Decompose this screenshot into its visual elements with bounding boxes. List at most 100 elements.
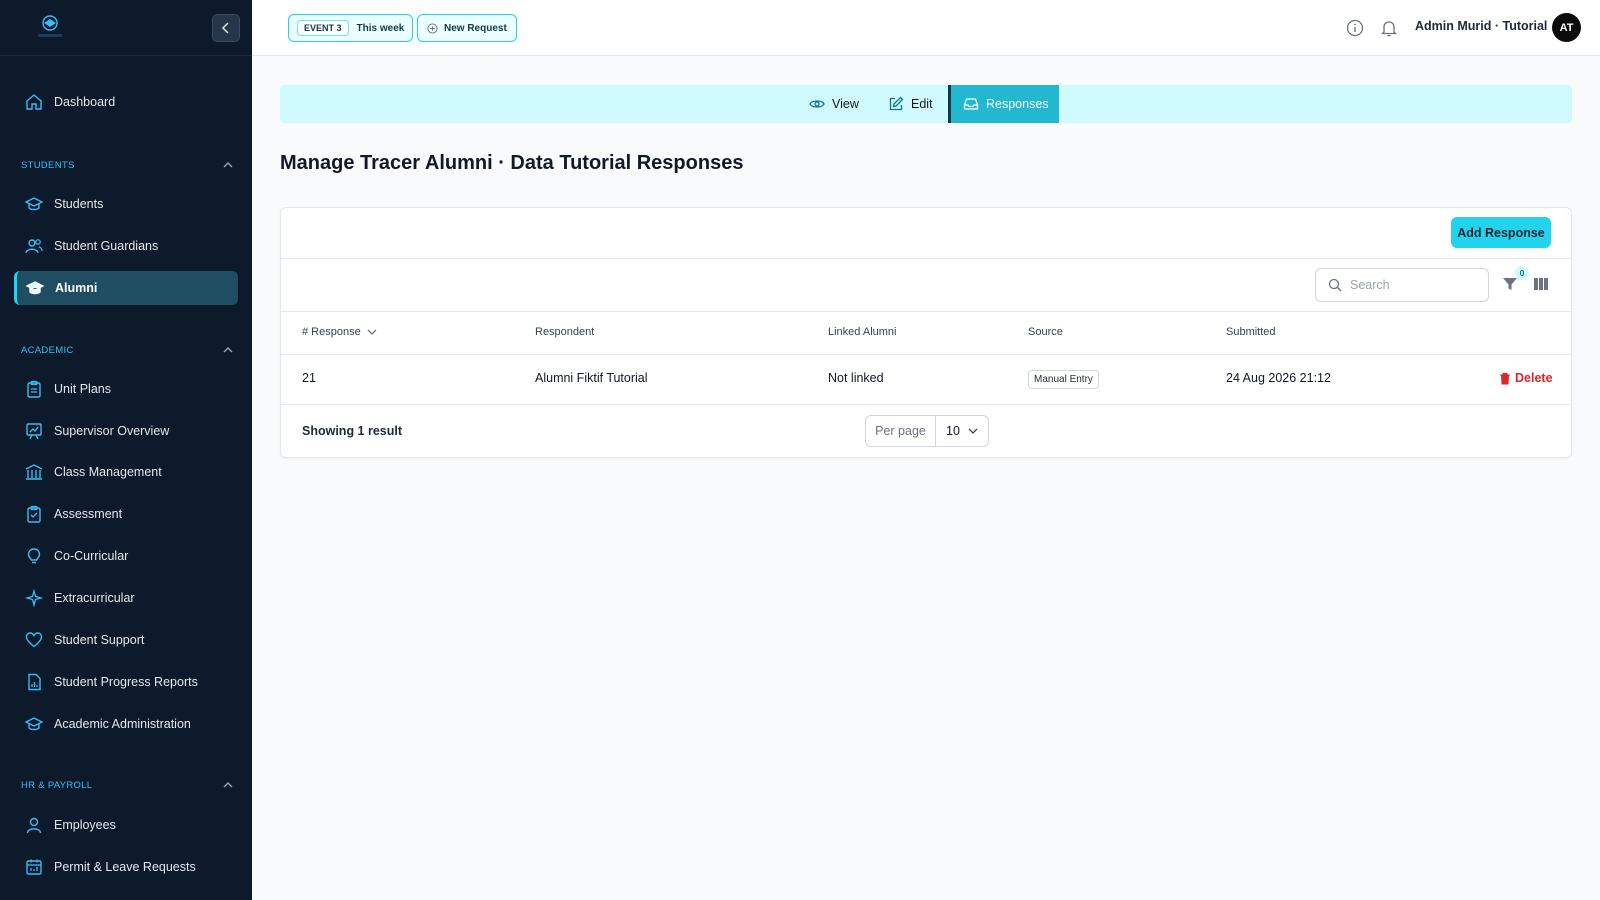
sidebar-item-students[interactable]: Students	[14, 187, 238, 221]
sidebar-item-class-management[interactable]: Class Management	[14, 455, 238, 489]
per-page-control: Per page 10	[865, 415, 989, 447]
column-label: Source	[1028, 326, 1063, 338]
sidebar-item-extracurricular[interactable]: Extracurricular	[14, 581, 238, 615]
sidebar-item-label: Unit Plans	[54, 382, 111, 396]
sidebar-item-label: Supervisor Overview	[54, 424, 170, 438]
tab-edit[interactable]: Edit	[888, 85, 933, 123]
event-label: EVENT 3	[297, 20, 349, 36]
sidebar-item-label: Employees	[54, 818, 116, 832]
graduation-cap-icon	[25, 278, 45, 298]
results-count: Showing 1 result	[302, 424, 403, 438]
per-page-value: 10	[946, 424, 960, 438]
chevron-down-icon	[367, 329, 377, 335]
home-icon	[24, 92, 44, 112]
column-label: # Response	[302, 326, 361, 338]
inbox-icon	[963, 98, 979, 110]
column-header-response[interactable]: # Response	[302, 326, 377, 338]
per-page-select[interactable]: 10	[936, 424, 988, 438]
user-name[interactable]: Admin Murid · Tutorial	[1415, 19, 1547, 33]
sidebar-item-employees[interactable]: Employees	[14, 808, 238, 842]
section-academic-toggle[interactable]: ACADEMIC	[21, 342, 233, 358]
sidebar-item-label: Student Support	[54, 633, 145, 647]
columns-icon	[1534, 278, 1548, 290]
sidebar-item-label: Permit & Leave Requests	[54, 860, 196, 874]
section-title: STUDENTS	[21, 159, 75, 171]
chevron-up-icon	[223, 347, 233, 353]
notifications-button[interactable]	[1378, 17, 1400, 39]
filter-count-badge: 0	[1515, 266, 1529, 280]
user-icon	[24, 815, 44, 835]
sidebar-item-permit-leave-requests[interactable]: Permit & Leave Requests	[14, 850, 238, 884]
clipboard-check-icon	[24, 504, 44, 524]
top-bar: EVENT 3 This week New Request Admin Muri…	[252, 0, 1600, 56]
bell-icon	[1380, 21, 1398, 37]
graduation-cap-icon	[24, 714, 44, 734]
add-response-button[interactable]: Add Response	[1451, 217, 1551, 248]
chevron-left-icon	[221, 22, 229, 34]
column-header-linked-alumni: Linked Alumni	[828, 326, 897, 338]
tab-responses[interactable]: Responses	[948, 85, 1059, 123]
new-request-label: New Request	[444, 22, 507, 34]
sidebar-item-label: Class Management	[54, 465, 162, 479]
sidebar-item-label: Dashboard	[54, 95, 116, 109]
sidebar-item-co-curricular[interactable]: Co-Curricular	[14, 539, 238, 573]
view-tabs: View Edit Responses	[280, 85, 1572, 123]
sidebar-item-student-guardians[interactable]: Student Guardians	[14, 229, 238, 263]
toggle-columns-button[interactable]	[1531, 274, 1551, 294]
lightbulb-icon	[24, 546, 44, 566]
sidebar-item-academic-administration[interactable]: Academic Administration	[14, 707, 238, 741]
cell-response-number: 21	[302, 371, 316, 385]
divider	[281, 311, 1571, 312]
tab-label: Responses	[986, 97, 1049, 111]
divider	[281, 354, 1571, 355]
sidebar-item-student-support[interactable]: Student Support	[14, 623, 238, 657]
collapse-sidebar-button[interactable]	[212, 14, 240, 42]
sidebar-item-alumni[interactable]: Alumni	[14, 271, 238, 305]
sidebar-item-label: Student Guardians	[54, 239, 159, 253]
chevron-up-icon	[223, 782, 233, 788]
delete-button[interactable]: Delete	[1499, 371, 1553, 385]
search-input[interactable]	[1350, 278, 1470, 292]
divider	[281, 258, 1571, 259]
sparkles-icon	[24, 588, 44, 608]
graduation-cap-icon	[24, 194, 44, 214]
section-title: ACADEMIC	[21, 344, 74, 356]
column-label: Linked Alumni	[828, 326, 897, 338]
sidebar-item-unit-plans[interactable]: Unit Plans	[14, 372, 238, 406]
sidebar-item-supervisor-overview[interactable]: Supervisor Overview	[14, 414, 238, 448]
file-chart-icon	[24, 672, 44, 692]
building-icon	[24, 462, 44, 482]
chevron-down-icon	[968, 428, 978, 434]
delete-label: Delete	[1515, 371, 1553, 385]
chevron-up-icon	[223, 162, 233, 168]
event-badge[interactable]: EVENT 3 This week	[288, 14, 414, 42]
cell-submitted: 24 Aug 2026 21:12	[1226, 371, 1331, 385]
search-box[interactable]	[1315, 268, 1489, 302]
avatar[interactable]: AT	[1552, 13, 1581, 42]
column-header-source: Source	[1028, 326, 1063, 338]
clipboard-icon	[24, 379, 44, 399]
sidebar-item-label: Extracurricular	[54, 591, 135, 605]
sidebar-header	[0, 0, 252, 56]
new-request-button[interactable]: New Request	[417, 14, 517, 42]
section-hr-toggle[interactable]: HR & PAYROLL	[21, 777, 233, 793]
event-period: This week	[356, 22, 405, 34]
source-badge: Manual Entry	[1028, 370, 1099, 389]
sidebar-item-dashboard[interactable]: Dashboard	[14, 85, 238, 119]
school-logo[interactable]	[32, 12, 68, 42]
responses-table-card: Add Response 0 # Response Respondent Lin…	[280, 207, 1572, 458]
sidebar-item-student-progress-reports[interactable]: Student Progress Reports	[14, 665, 238, 699]
pencil-square-icon	[889, 96, 904, 111]
users-icon	[24, 236, 44, 256]
sidebar-item-assessment[interactable]: Assessment	[14, 497, 238, 531]
divider	[281, 404, 1571, 405]
info-icon	[1346, 19, 1364, 37]
tab-view[interactable]: View	[809, 85, 859, 123]
trash-icon	[1500, 372, 1510, 384]
cell-linked-alumni: Not linked	[828, 371, 884, 385]
chart-board-icon	[24, 421, 44, 441]
cell-respondent: Alumni Fiktif Tutorial	[535, 371, 648, 385]
info-button[interactable]	[1344, 17, 1366, 39]
section-students-toggle[interactable]: STUDENTS	[21, 157, 233, 173]
eye-icon	[809, 100, 825, 108]
